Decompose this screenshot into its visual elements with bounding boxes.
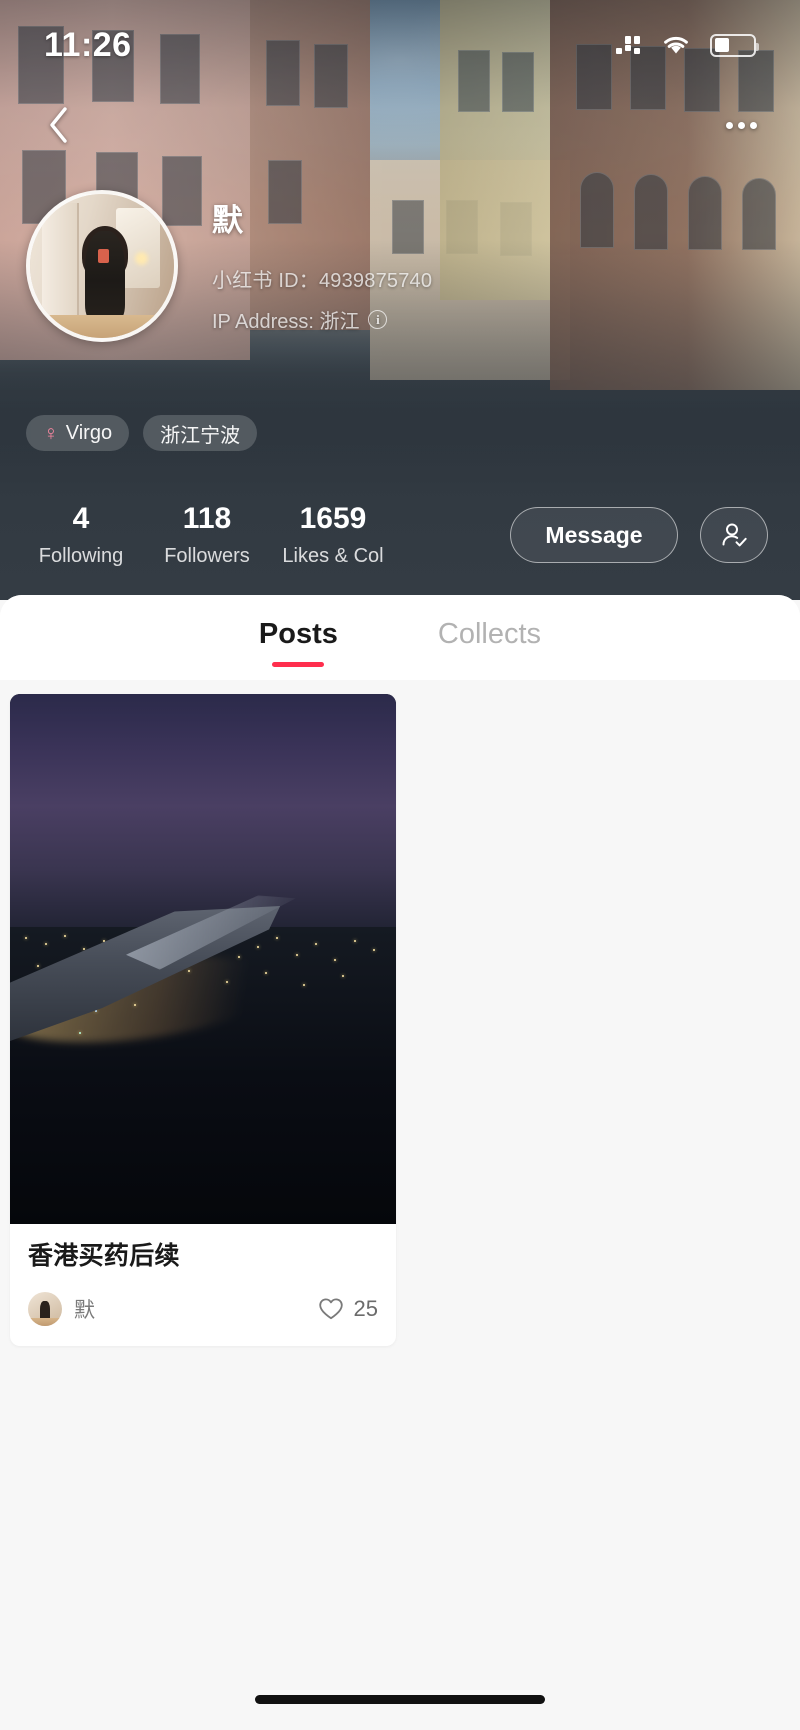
- status-icon-group: [616, 33, 759, 57]
- post-likes[interactable]: 25: [318, 1296, 378, 1322]
- stat-likes-collects[interactable]: 1659 Likes & Col: [270, 502, 396, 568]
- post-footer: 默 25: [28, 1291, 378, 1326]
- content-sheet: Posts Collects 香港买药后续 默 25: [0, 595, 800, 1730]
- heart-outline-icon: [318, 1298, 343, 1319]
- post-info: 香港买药后续 默 25: [10, 1224, 396, 1346]
- user-id: 小红书 ID：4939875740: [212, 270, 433, 293]
- tag-zodiac[interactable]: ♀ Virgo: [26, 415, 130, 451]
- stat-followers-label: Followers: [164, 544, 250, 567]
- more-options-button[interactable]: [718, 102, 764, 148]
- stat-followers-value: 118: [182, 502, 232, 536]
- tab-posts[interactable]: Posts: [259, 618, 338, 657]
- tag-zodiac-label: Virgo: [65, 421, 113, 444]
- back-button[interactable]: [36, 102, 82, 148]
- post-author[interactable]: 默: [28, 1291, 95, 1326]
- ip-address-row: IP Address: 浙江 i: [212, 305, 432, 334]
- post-author-avatar: [28, 1291, 62, 1326]
- status-clock: 11:26: [44, 25, 132, 64]
- top-nav-bar: [0, 95, 800, 155]
- more-dots-icon: [725, 121, 733, 129]
- wifi-icon: [664, 36, 688, 54]
- profile-screen: 11:26 默 小红书 ID：4939875740 IP Address: 浙江…: [0, 0, 800, 1730]
- avatar[interactable]: [26, 190, 178, 342]
- posts-feed: 香港买药后续 默 25: [0, 680, 800, 1730]
- tab-bar: Posts Collects: [0, 595, 800, 680]
- person-check-icon: [722, 523, 747, 547]
- signal-dots-icon: [616, 34, 642, 56]
- post-like-count: 25: [353, 1295, 378, 1321]
- action-buttons: Message: [510, 507, 800, 563]
- post-thumbnail[interactable]: [10, 694, 396, 1224]
- following-status-button[interactable]: [700, 507, 768, 563]
- stat-following-label: Following: [38, 544, 124, 567]
- username: 默: [212, 203, 244, 238]
- stat-likes-value: 1659: [299, 502, 367, 536]
- stat-likes-label: Likes & Col: [282, 544, 384, 567]
- message-button[interactable]: Message: [510, 507, 678, 563]
- venus-female-icon: ♀: [43, 421, 59, 445]
- home-indicator: [255, 1695, 545, 1704]
- stat-following-value: 4: [72, 502, 90, 536]
- post-title: 香港买药后续: [28, 1242, 180, 1270]
- profile-tags: ♀ Virgo 浙江宁波: [26, 415, 258, 451]
- stats-group: 4 Following 118 Followers 1659 Likes & C…: [0, 502, 396, 568]
- profile-meta: 默 小红书 ID：4939875740 IP Address: 浙江 i: [212, 190, 432, 334]
- stat-following[interactable]: 4 Following: [18, 502, 144, 568]
- post-card[interactable]: 香港买药后续 默 25: [10, 694, 396, 1346]
- info-icon[interactable]: i: [368, 310, 388, 330]
- tag-location-label: 浙江宁波: [160, 424, 241, 447]
- tag-location[interactable]: 浙江宁波: [143, 415, 258, 451]
- status-bar: 11:26: [0, 0, 800, 90]
- stats-and-actions: 4 Following 118 Followers 1659 Likes & C…: [0, 485, 800, 585]
- ip-address-label: IP Address: 浙江: [212, 311, 360, 334]
- back-chevron-icon: [50, 107, 67, 143]
- post-author-name: 默: [74, 1298, 95, 1322]
- battery-icon: [710, 33, 759, 57]
- tab-collects[interactable]: Collects: [438, 618, 541, 657]
- profile-header: 默 小红书 ID：4939875740 IP Address: 浙江 i: [0, 190, 800, 342]
- stat-followers[interactable]: 118 Followers: [144, 502, 270, 568]
